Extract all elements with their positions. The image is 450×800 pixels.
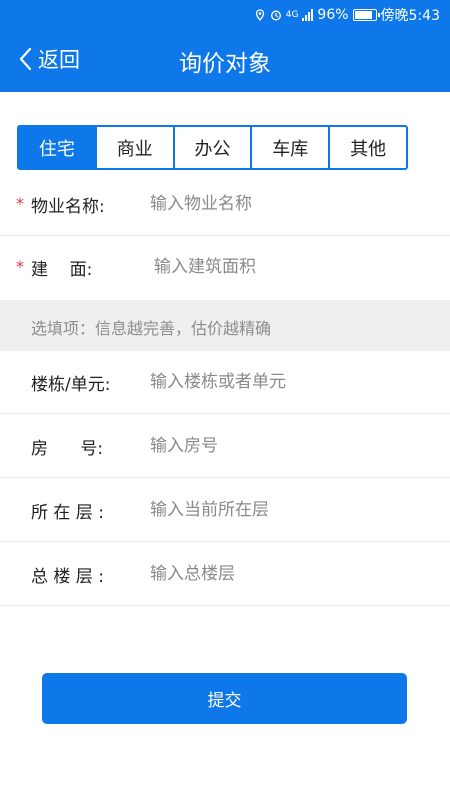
- status-right: 4G 96% 傍晚5:43: [254, 5, 440, 25]
- building-input[interactable]: [150, 365, 430, 399]
- status-time: 傍晚5:43: [380, 8, 440, 24]
- area-input[interactable]: [154, 250, 434, 284]
- type-tab-garage[interactable]: 车库: [250, 127, 328, 168]
- required-mark: *: [16, 257, 24, 276]
- form-row-total-floors: 总 楼 层 :: [0, 543, 450, 606]
- submit-button[interactable]: 提交: [42, 673, 407, 724]
- location-icon: [255, 9, 264, 21]
- optional-hint-text: 选填项：信息越完善，估价越精确: [31, 319, 272, 338]
- floor-label: 所 在 层 :: [31, 503, 104, 523]
- property-name-input[interactable]: [150, 187, 430, 221]
- total-floors-input[interactable]: [150, 557, 430, 591]
- nav-bar: 返回 询价对象: [0, 30, 450, 92]
- form-row-building: 楼栋/单元:: [0, 351, 450, 414]
- property-type-selector: 住宅 商业 办公 车库 其他: [17, 125, 408, 170]
- required-mark: *: [16, 194, 24, 213]
- floor-input[interactable]: [150, 493, 430, 527]
- battery-icon: [352, 9, 380, 21]
- battery-percent: 96%: [317, 7, 349, 23]
- type-tab-office[interactable]: 办公: [172, 127, 251, 168]
- room-label: 房 号:: [31, 439, 104, 459]
- form-row-area: * 建 面:: [0, 236, 450, 299]
- form-row-room: 房 号:: [0, 415, 450, 478]
- type-tab-residential[interactable]: 住宅: [19, 127, 95, 168]
- optional-hint-banner: 选填项：信息越完善，估价越精确: [0, 300, 450, 351]
- total-floors-label: 总 楼 层 :: [31, 567, 104, 587]
- room-input[interactable]: [150, 429, 430, 463]
- signal-icon: [302, 9, 314, 21]
- building-label: 楼栋/单元:: [31, 375, 111, 395]
- status-bar: 4G 96% 傍晚5:43: [0, 0, 450, 30]
- form-row-property-name: * 物业名称:: [0, 173, 450, 236]
- alarm-icon: [270, 10, 281, 21]
- type-tab-other[interactable]: 其他: [328, 127, 406, 168]
- network-label: 4G: [285, 10, 299, 20]
- property-name-label: 物业名称:: [31, 197, 105, 217]
- header-bar: 4G 96% 傍晚5:43 返回 询价对象: [0, 0, 450, 92]
- type-tab-commercial[interactable]: 商业: [94, 127, 173, 168]
- page-title: 询价对象: [179, 51, 271, 77]
- area-label: 建 面:: [31, 260, 93, 280]
- form-row-floor: 所 在 层 :: [0, 479, 450, 542]
